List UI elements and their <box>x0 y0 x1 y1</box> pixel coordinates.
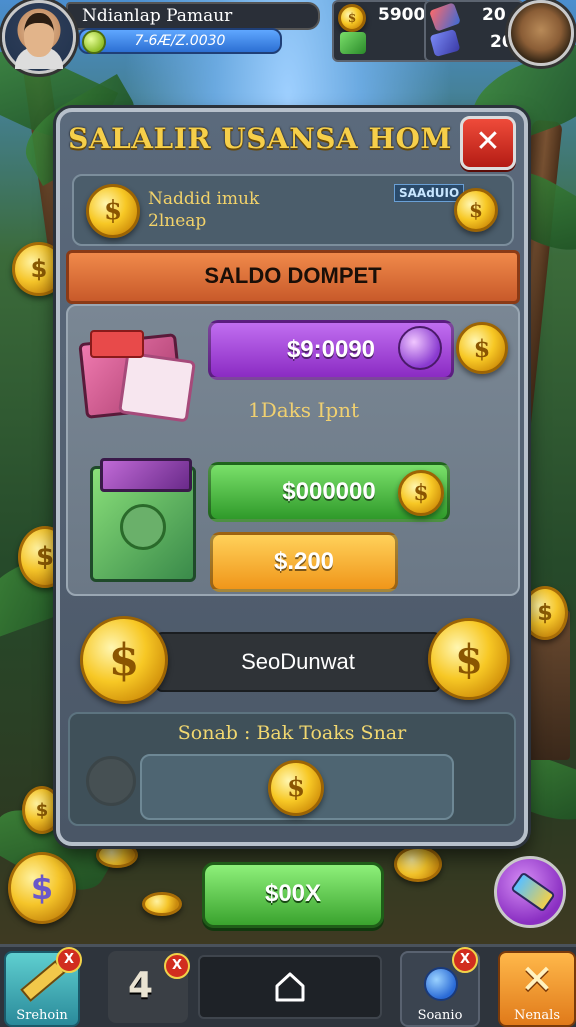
background-coin: $ <box>522 586 568 640</box>
power-up-button[interactable] <box>494 856 566 928</box>
info-badge: SAAdUIO <box>394 184 465 202</box>
info-label-line1: Naddid imuk <box>148 189 260 209</box>
reward-panel: SALALIR USANSA HOM ✕ $ Naddid imuk 2lnea… <box>56 108 528 846</box>
coin-icon: $ <box>454 188 498 232</box>
coin-icon: $ <box>86 184 140 238</box>
cash-chest-icon <box>86 454 198 582</box>
gems-value: 20 <box>482 5 506 25</box>
notification-badge: X <box>452 947 478 973</box>
nav-home[interactable] <box>198 955 382 1019</box>
card-pack-icon <box>78 320 196 423</box>
level-number: 4 <box>128 965 154 1006</box>
player-avatar[interactable] <box>2 0 76 74</box>
coin-icon: $ <box>80 616 168 704</box>
coin-icon: $ <box>428 618 510 700</box>
info-label: Naddid imuk 2lneap <box>148 188 259 232</box>
potion-icon <box>424 967 458 1001</box>
home-icon <box>275 972 305 1002</box>
card-icon <box>429 29 461 57</box>
background-coin: $ <box>8 852 76 924</box>
cash-icon <box>340 32 366 54</box>
friend-avatar[interactable] <box>508 0 574 66</box>
info-label-line2: 2lneap <box>148 211 207 231</box>
bonus-box: Sonab : Bak Toaks Snar $ <box>68 712 516 826</box>
panel-title: SALALIR USANSA HOM <box>68 122 452 155</box>
battery-icon <box>510 871 556 913</box>
claim-button[interactable]: $00X <box>202 862 384 928</box>
coin-icon: $ <box>398 470 444 516</box>
background-coin <box>142 892 182 916</box>
avatar-face <box>24 13 54 57</box>
info-box: $ Naddid imuk 2lneap SAAdUIO $ <box>72 174 514 246</box>
notification-badge: X <box>164 953 190 979</box>
locked-coin-icon <box>86 756 136 806</box>
coin-icon: $ <box>338 4 366 32</box>
coins-value: 5900 <box>378 5 426 25</box>
xp-icon <box>82 30 106 54</box>
nav-search-label: Srehoin <box>16 1008 68 1023</box>
nav-settings-label: Nenals <box>513 1008 561 1023</box>
mid-label: 1Daks Ipnt <box>248 398 360 422</box>
bonus-slot[interactable]: $ <box>140 754 454 820</box>
coin-icon: $ <box>456 322 508 374</box>
player-name: Ndianlap Pamaur <box>66 2 320 30</box>
coin-icon: $ <box>268 760 324 816</box>
notification-badge: X <box>56 947 82 973</box>
rewards-area: $9:0090 $ 1Daks Ipnt $000000 $ $.200 <box>66 304 520 596</box>
close-button[interactable]: ✕ <box>460 116 516 170</box>
purple-orb-icon <box>398 326 442 370</box>
nav-settings[interactable]: ✕ Nenals <box>498 951 576 1027</box>
crossed-swords-icon: ✕ <box>520 957 554 1003</box>
xp-bar: 7-6Æ/Z.0030 <box>78 28 282 54</box>
background-coin <box>394 846 442 882</box>
balance-bar: SeoDunwat <box>156 632 440 692</box>
coins-panel[interactable]: $ 5900 <box>332 0 432 62</box>
gem-icon <box>429 2 461 32</box>
orange-reward-bar[interactable]: $.200 <box>210 532 398 592</box>
bonus-title: Sonab : Bak Toaks Snar <box>177 722 407 744</box>
player-hud: Ndianlap Pamaur 7-6Æ/Z.0030 <box>0 0 320 74</box>
wallet-banner: SALDO DOMPET <box>66 250 520 304</box>
nav-shop-label: Soanio <box>417 1008 463 1023</box>
bottom-nav: Srehoin X 4 X Soanio X ✕ Nenals <box>0 944 576 1027</box>
